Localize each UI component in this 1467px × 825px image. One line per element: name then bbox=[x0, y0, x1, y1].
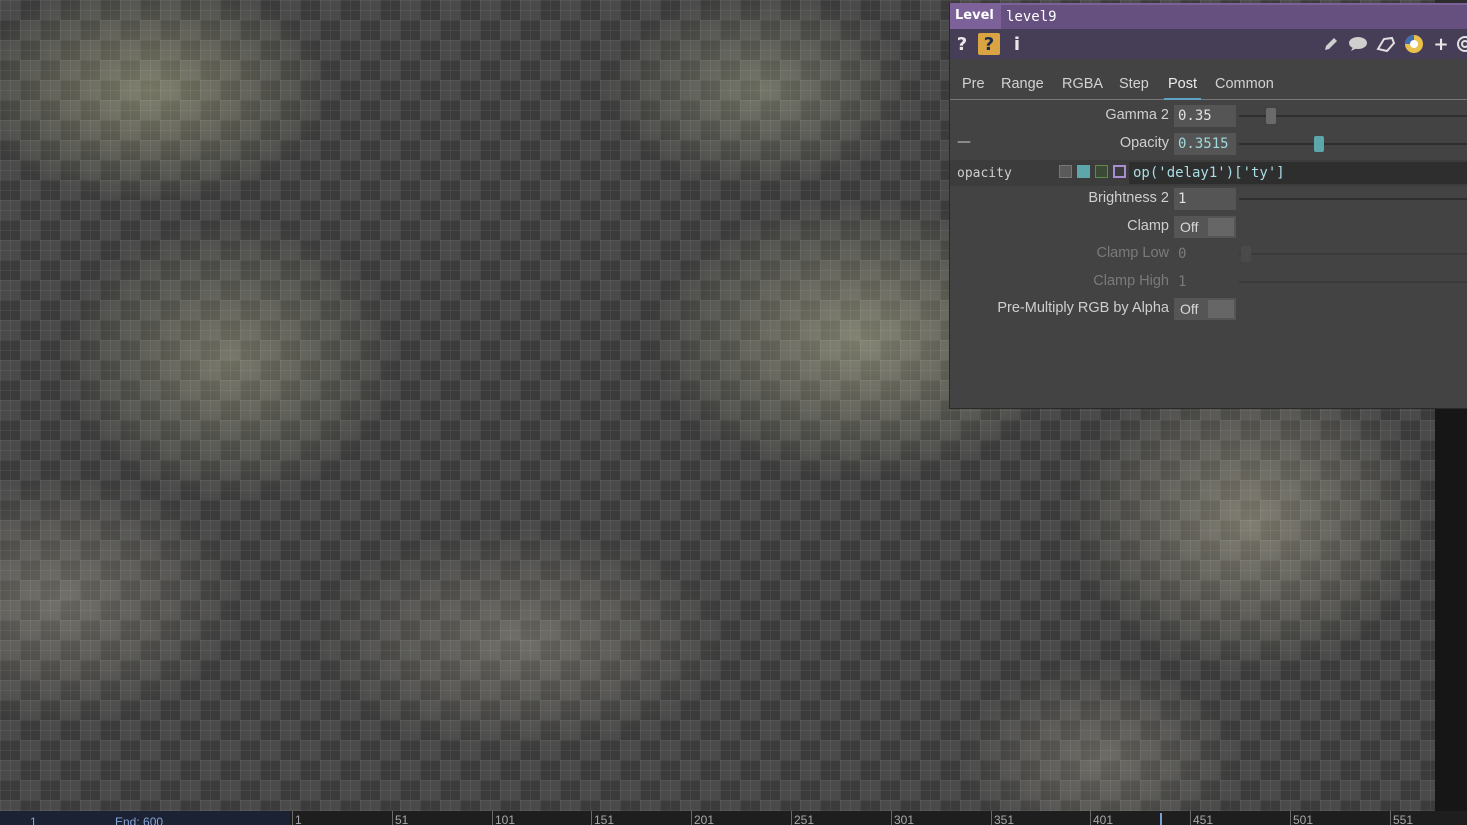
parameter-tabs: Pre Range RGBA Step Post Common bbox=[950, 73, 1467, 100]
panel-toolbar: ? ? i + bbox=[950, 29, 1467, 59]
gamma2-field[interactable]: 0.35 bbox=[1174, 105, 1236, 127]
clamp-low-slider-handle[interactable] bbox=[1241, 246, 1251, 262]
premultiply-label: Pre-Multiply RGB by Alpha bbox=[997, 300, 1169, 316]
operator-type: Level bbox=[955, 8, 994, 23]
tab-pre[interactable]: Pre bbox=[958, 74, 989, 98]
timeline-tick: 251 bbox=[791, 811, 814, 825]
parameter-panel: Level level9 ? ? i + Pre Range RGBA Step… bbox=[949, 3, 1467, 409]
clamp-toggle-button[interactable] bbox=[1208, 218, 1234, 236]
timeline-tick: 551 bbox=[1390, 811, 1413, 825]
edit-icon[interactable] bbox=[1320, 33, 1342, 55]
gamma2-label: Gamma 2 bbox=[1105, 107, 1169, 123]
opacity-slider-track[interactable] bbox=[1239, 143, 1467, 145]
timeline-tick: 101 bbox=[492, 811, 515, 825]
timeline-tick: 1 bbox=[292, 811, 302, 825]
help-icon[interactable]: ? bbox=[951, 33, 973, 55]
timeline-end-frame: End: 600 bbox=[115, 815, 164, 825]
opacity-label: Opacity bbox=[1119, 135, 1169, 151]
timeline-tick: 51 bbox=[392, 811, 408, 825]
timeline-start-frame: 1 bbox=[30, 815, 37, 825]
timeline-playhead[interactable] bbox=[1160, 813, 1162, 825]
opacity-slider-handle[interactable] bbox=[1314, 136, 1325, 152]
collapse-expression-button[interactable]: — bbox=[957, 134, 971, 150]
brightness2-label: Brightness 2 bbox=[1088, 190, 1169, 206]
export-mode-icon[interactable] bbox=[1095, 165, 1108, 178]
tab-range[interactable]: Range bbox=[997, 74, 1048, 98]
timeline-tick: 351 bbox=[991, 811, 1014, 825]
target-icon[interactable] bbox=[1454, 33, 1467, 55]
opacity-expression-name: opacity bbox=[957, 166, 1012, 181]
timeline-tick: 401 bbox=[1090, 811, 1113, 825]
tab-common[interactable]: Common bbox=[1211, 74, 1278, 98]
clamp-label: Clamp bbox=[1127, 218, 1169, 234]
premultiply-toggle[interactable]: Off bbox=[1174, 298, 1236, 320]
opacity-expression-field[interactable]: op('delay1')['ty'] bbox=[1129, 162, 1467, 184]
timeline-range-info: 1 End: 600 bbox=[0, 811, 290, 825]
clamp-value: Off bbox=[1180, 219, 1199, 235]
timeline-tick: 151 bbox=[591, 811, 614, 825]
clamp-high-field[interactable]: 1 bbox=[1174, 271, 1236, 293]
timeline-tick: 451 bbox=[1190, 811, 1213, 825]
tab-rgba[interactable]: RGBA bbox=[1058, 74, 1107, 98]
tab-post[interactable]: Post bbox=[1164, 74, 1202, 100]
constant-mode-icon[interactable] bbox=[1059, 165, 1072, 178]
clamp-low-label: Clamp Low bbox=[1096, 245, 1169, 261]
title-bar: Level level9 bbox=[950, 3, 1467, 29]
brightness2-slider-track[interactable] bbox=[1239, 198, 1467, 200]
comment-icon[interactable] bbox=[1347, 33, 1369, 55]
timeline-tick: 201 bbox=[691, 811, 714, 825]
clamp-high-slider-track[interactable] bbox=[1239, 281, 1467, 283]
tab-step[interactable]: Step bbox=[1115, 74, 1153, 98]
expression-mode-icon[interactable] bbox=[1077, 165, 1090, 178]
clamp-high-label: Clamp High bbox=[1093, 273, 1169, 289]
python-icon[interactable] bbox=[1403, 33, 1425, 55]
gamma2-slider-handle[interactable] bbox=[1266, 108, 1277, 124]
timeline-bar[interactable]: 1 End: 600 1 51 101 151 201 251 301 351 401 451 50… bbox=[0, 811, 1467, 825]
timeline-tick: 501 bbox=[1290, 811, 1313, 825]
opacity-expression-row: opacity op('delay1')['ty'] bbox=[950, 160, 1467, 186]
clamp-low-field[interactable]: 0 bbox=[1174, 243, 1236, 265]
add-icon[interactable]: + bbox=[1430, 33, 1452, 55]
premultiply-toggle-button[interactable] bbox=[1208, 300, 1234, 318]
operator-name-field[interactable]: level9 bbox=[1001, 5, 1467, 29]
python-help-icon[interactable]: ? bbox=[978, 33, 1000, 55]
info-icon[interactable]: i bbox=[1006, 33, 1028, 55]
timeline-tick: 301 bbox=[891, 811, 914, 825]
premultiply-value: Off bbox=[1180, 301, 1199, 317]
viewer-border bbox=[1435, 408, 1467, 811]
clone-icon[interactable] bbox=[1375, 33, 1397, 55]
bind-mode-icon[interactable] bbox=[1113, 165, 1126, 178]
brightness2-field[interactable]: 1 bbox=[1174, 188, 1236, 210]
clamp-low-slider-track[interactable] bbox=[1239, 253, 1467, 255]
clamp-toggle[interactable]: Off bbox=[1174, 216, 1236, 238]
opacity-field[interactable]: 0.3515 bbox=[1174, 133, 1236, 155]
